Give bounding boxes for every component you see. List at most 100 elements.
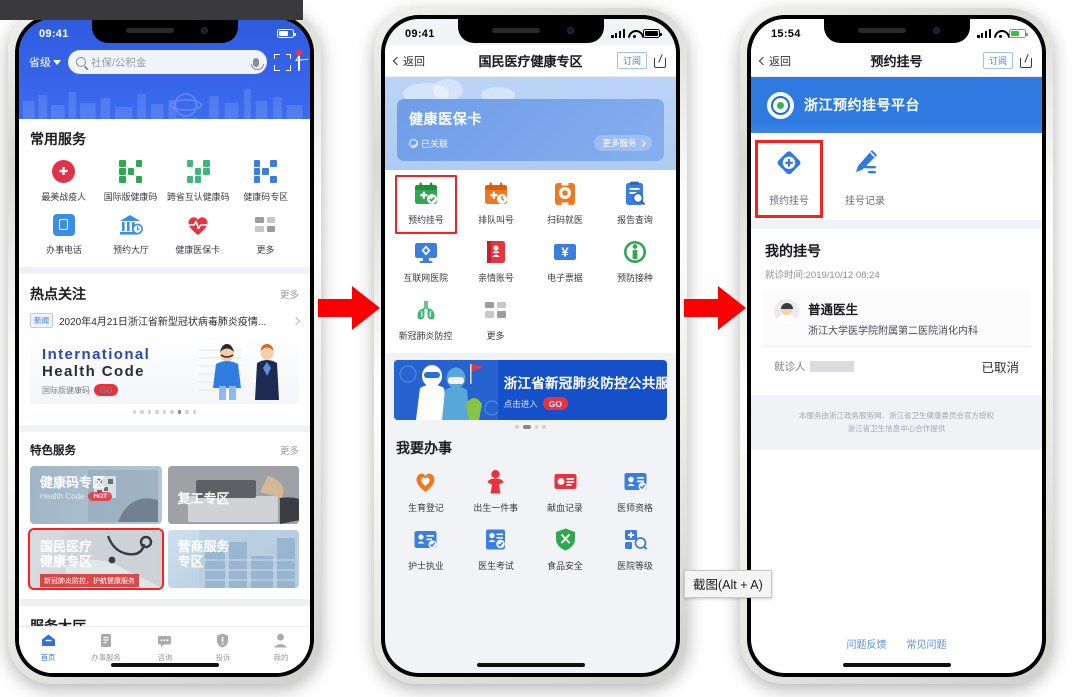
phone3-footer: 本服务由浙江政务服务网、浙江省卫生健康委员会官方授权 浙江省卫生信息中心合作提供 bbox=[751, 395, 1042, 451]
battery-icon bbox=[643, 29, 662, 38]
service-item-covid-prevention[interactable]: 新冠肺炎防控 bbox=[391, 296, 461, 342]
service-item-phone[interactable]: 办事电话 bbox=[30, 212, 97, 256]
service-label: 办事电话 bbox=[45, 245, 82, 256]
back-button[interactable]: 返回 bbox=[392, 53, 425, 69]
chevron-right-icon bbox=[291, 316, 301, 325]
covid-public-service-banner[interactable]: 浙江省新冠肺炎防控公共服 点击进入 GO bbox=[394, 360, 667, 420]
tab-mine[interactable]: 我的 bbox=[252, 632, 310, 663]
blood-record-icon bbox=[552, 468, 579, 495]
service-item-cross-province-code[interactable]: 跨省互认健康码 bbox=[165, 159, 232, 203]
news-item[interactable]: 新闻 2020年4月21日浙江省新型冠状病毒肺炎疫情... bbox=[30, 313, 301, 328]
service-item-appointment-registration[interactable]: 预约挂号 bbox=[391, 180, 461, 226]
link-faq[interactable]: 常见问题 bbox=[907, 636, 947, 651]
subscribe-button[interactable]: 订阅 bbox=[982, 52, 1013, 69]
go-button[interactable]: GO bbox=[542, 397, 568, 410]
region-selector[interactable]: 省级 bbox=[29, 54, 61, 70]
intl-health-code-banner[interactable]: International Health Code 国际版健康码 GO bbox=[30, 338, 299, 404]
earpiece-speaker bbox=[857, 28, 906, 33]
service-item-more[interactable]: 更多 bbox=[461, 296, 531, 342]
work-item-doctor-qualification[interactable]: 医师资格 bbox=[600, 468, 670, 514]
phone3-screen: 15:54 返回 预约挂号 订阅 浙江预约挂号平台 预约挂号 挂号记录 我的挂号… bbox=[751, 19, 1042, 673]
service-item-internet-hospital[interactable]: 互联网医院 bbox=[391, 238, 461, 284]
work-item-nurse-practice[interactable]: 护士执业 bbox=[391, 526, 461, 572]
entry-registration-records[interactable]: 挂号记录 bbox=[827, 148, 903, 207]
wifi-icon bbox=[628, 29, 640, 39]
tab-label: 首页 bbox=[40, 653, 56, 662]
scan-code-icon bbox=[552, 180, 579, 207]
work-item-doctor-exam[interactable]: 医生考试 bbox=[461, 526, 531, 572]
screenshot-tooltip: 截图(Alt + A) bbox=[684, 570, 772, 598]
battery-icon bbox=[1009, 29, 1028, 38]
work-item-blood-donation[interactable]: 献血记录 bbox=[531, 468, 601, 514]
status-time: 15:54 bbox=[771, 27, 801, 40]
navbar-actions: 订阅 bbox=[982, 52, 1033, 69]
featured-card-national-medical[interactable]: 国民医疗 健康专区 新冠肺炎防控，护航健康服务 bbox=[28, 527, 164, 590]
featured-card-business-service[interactable]: 营商服务 专区 bbox=[167, 529, 299, 588]
back-label: 返回 bbox=[403, 55, 425, 68]
phone1-content[interactable]: 常用服务 ✚ 最美战疫人 国际版健康码 跨省互认健康码 健康码专区 办事电话 预… bbox=[19, 119, 310, 673]
mail-button[interactable] bbox=[296, 50, 302, 71]
card-subtitle: 新冠肺炎防控，护航健康服务 bbox=[40, 574, 139, 588]
tab-services[interactable]: 办事服务 bbox=[77, 632, 135, 663]
health-insurance-card[interactable]: 健康医保卡 已关联 更多服务 bbox=[397, 99, 664, 161]
go-button[interactable]: GO bbox=[94, 384, 119, 397]
hotspot-header: 热点关注 更多 bbox=[30, 284, 299, 304]
more-services-button[interactable]: 更多服务 bbox=[594, 135, 652, 151]
more-link[interactable]: 更多 bbox=[280, 287, 299, 301]
service-item-appointment-hall[interactable]: 预约大厅 bbox=[97, 212, 164, 256]
work-item-birth-one-thing[interactable]: 出生一件事 bbox=[461, 468, 531, 514]
doctor-name: 普通医生 bbox=[808, 303, 859, 317]
service-item-vaccination[interactable]: 预防接种 bbox=[600, 238, 670, 284]
entry-label: 挂号记录 bbox=[845, 196, 885, 207]
entry-appointment-registration[interactable]: 预约挂号 bbox=[751, 148, 827, 207]
work-item-food-safety[interactable]: 食品安全 bbox=[531, 526, 601, 572]
service-item-health-code-zone[interactable]: 健康码专区 bbox=[232, 159, 299, 203]
service-label: 健康码专区 bbox=[243, 192, 288, 203]
page-title: 预约挂号 bbox=[870, 54, 923, 69]
link-feedback[interactable]: 问题反馈 bbox=[847, 636, 887, 651]
service-item-scan-visit[interactable]: 扫码就医 bbox=[531, 180, 601, 226]
tab-home[interactable]: 首页 bbox=[19, 632, 77, 663]
back-button[interactable]: 返回 bbox=[758, 53, 791, 69]
service-item-e-invoice[interactable]: ¥ 电子票据 bbox=[531, 238, 601, 284]
doctor-card[interactable]: 普通医生 浙江大学医学院附属第二医院消化内科 bbox=[763, 290, 1030, 346]
share-icon[interactable] bbox=[654, 54, 667, 68]
featured-card-resume-work[interactable]: 复工专区 bbox=[167, 465, 299, 524]
service-label: 健康医保卡 bbox=[175, 245, 221, 256]
share-icon[interactable] bbox=[1020, 54, 1033, 68]
service-item-health-insurance-card[interactable]: 健康医保卡 bbox=[165, 212, 232, 256]
card-title: 健康医保卡 bbox=[409, 111, 482, 127]
service-item-family-account[interactable]: 亲情账号 bbox=[461, 238, 531, 284]
chevron-down-icon bbox=[53, 59, 61, 65]
service-item-queue-number[interactable]: 排队叫号 bbox=[461, 180, 531, 226]
service-item-intl-code[interactable]: 国际版健康码 bbox=[97, 159, 164, 203]
work-item-hospital-grade[interactable]: 医院等级 bbox=[600, 526, 670, 572]
tab-consult[interactable]: 咨询 bbox=[135, 632, 193, 663]
user-icon bbox=[272, 632, 289, 649]
service-item-report-query[interactable]: 报告查询 bbox=[600, 180, 670, 226]
search-input[interactable]: 社保/公积金 bbox=[68, 50, 267, 74]
search-icon bbox=[76, 57, 86, 67]
status-indicators bbox=[277, 29, 296, 38]
service-item-medal[interactable]: ✚ 最美战疫人 bbox=[30, 159, 97, 203]
home-indicator bbox=[110, 663, 219, 667]
chevron-left-icon bbox=[758, 56, 768, 65]
featured-card-health-code[interactable]: 健康码专区 Health Code HOT bbox=[30, 465, 162, 524]
notch bbox=[91, 19, 238, 43]
work-item-birth-registration[interactable]: 生育登记 bbox=[391, 468, 461, 514]
subscribe-button[interactable]: 订阅 bbox=[616, 52, 647, 69]
phone2-navbar: 返回 国民医疗健康专区 订阅 bbox=[385, 45, 676, 77]
grid-more-icon bbox=[253, 212, 278, 237]
card-title: 国民医疗 健康专区 bbox=[40, 538, 93, 570]
tab-complaint[interactable]: 投诉 bbox=[194, 632, 252, 663]
services-grid: 预约挂号 排队叫号 扫码就医 报告查询 互联网医院 亲情账号 ¥ 电子票据 预防… bbox=[391, 180, 670, 342]
card-status: 已关联 bbox=[409, 137, 448, 150]
footer-line1: 本服务由浙江政务服务网、浙江省卫生健康委员会官方授权 bbox=[799, 411, 994, 420]
featured-grid: 健康码专区 Health Code HOT 复工专区 国民医疗 健康专区 新冠肺… bbox=[28, 465, 299, 590]
more-link[interactable]: 更多 bbox=[280, 443, 299, 457]
scan-icon[interactable] bbox=[274, 53, 291, 71]
microphone-icon[interactable] bbox=[250, 57, 264, 70]
status-indicators bbox=[977, 29, 1028, 39]
service-item-more[interactable]: 更多 bbox=[232, 212, 299, 256]
service-label: 亲情账号 bbox=[477, 273, 514, 284]
